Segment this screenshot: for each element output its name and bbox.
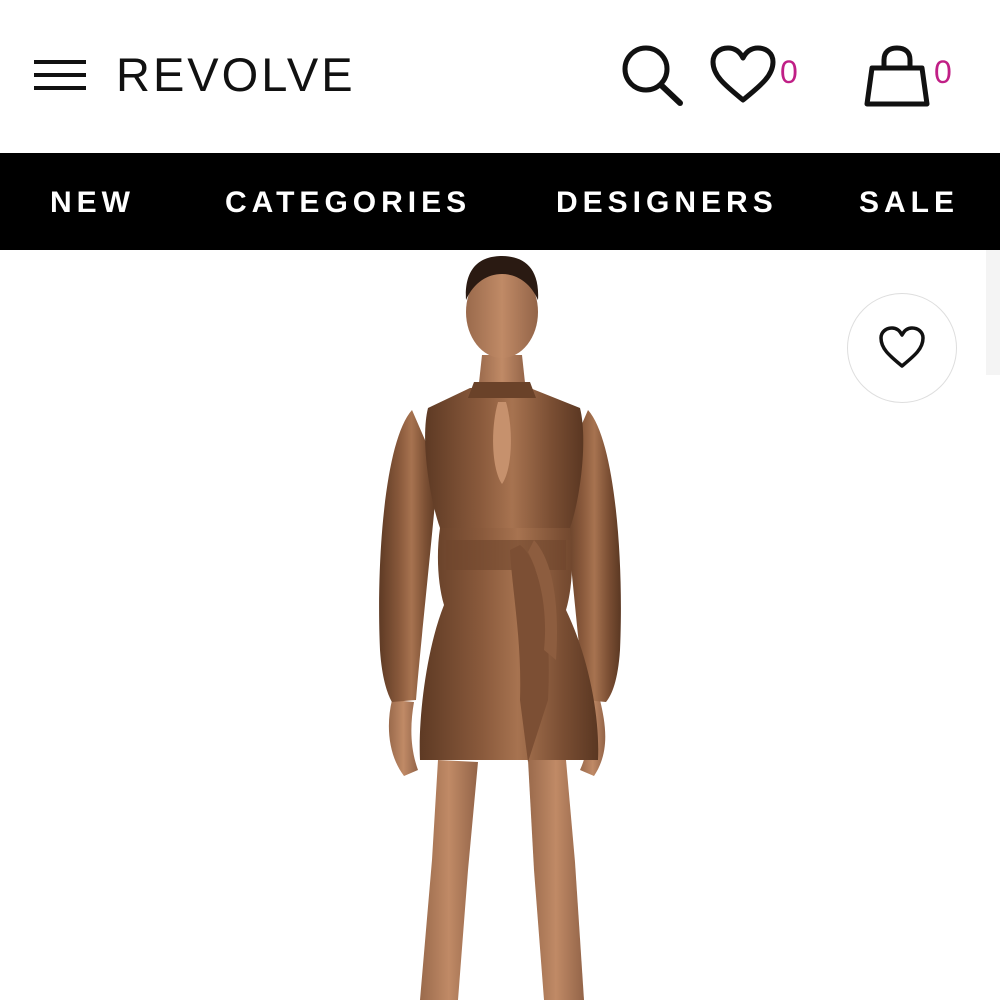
model-legs <box>420 760 584 1000</box>
nav-designers[interactable]: DESIGNERS <box>556 153 778 250</box>
heart-outline-icon <box>879 326 925 368</box>
add-to-favorites-button[interactable] <box>847 293 957 403</box>
shopping-bag-icon[interactable] <box>864 44 930 110</box>
menu-icon[interactable] <box>34 58 86 92</box>
brand-logo[interactable]: REVOLVE <box>116 49 356 101</box>
wishlist-heart-icon[interactable] <box>708 44 778 106</box>
model-head <box>465 256 539 398</box>
site-header: REVOLVE 0 0 <box>0 0 1000 153</box>
wishlist-count: 0 <box>780 54 798 90</box>
nav-categories[interactable]: CATEGORIES <box>225 153 471 250</box>
search-icon[interactable] <box>618 42 686 108</box>
main-nav: NEW CATEGORIES DESIGNERS SALE <box>0 153 1000 250</box>
bag-count: 0 <box>934 54 952 90</box>
dress-body <box>419 388 599 762</box>
nav-new[interactable]: NEW <box>50 153 135 250</box>
nav-sale[interactable]: SALE <box>859 153 959 250</box>
